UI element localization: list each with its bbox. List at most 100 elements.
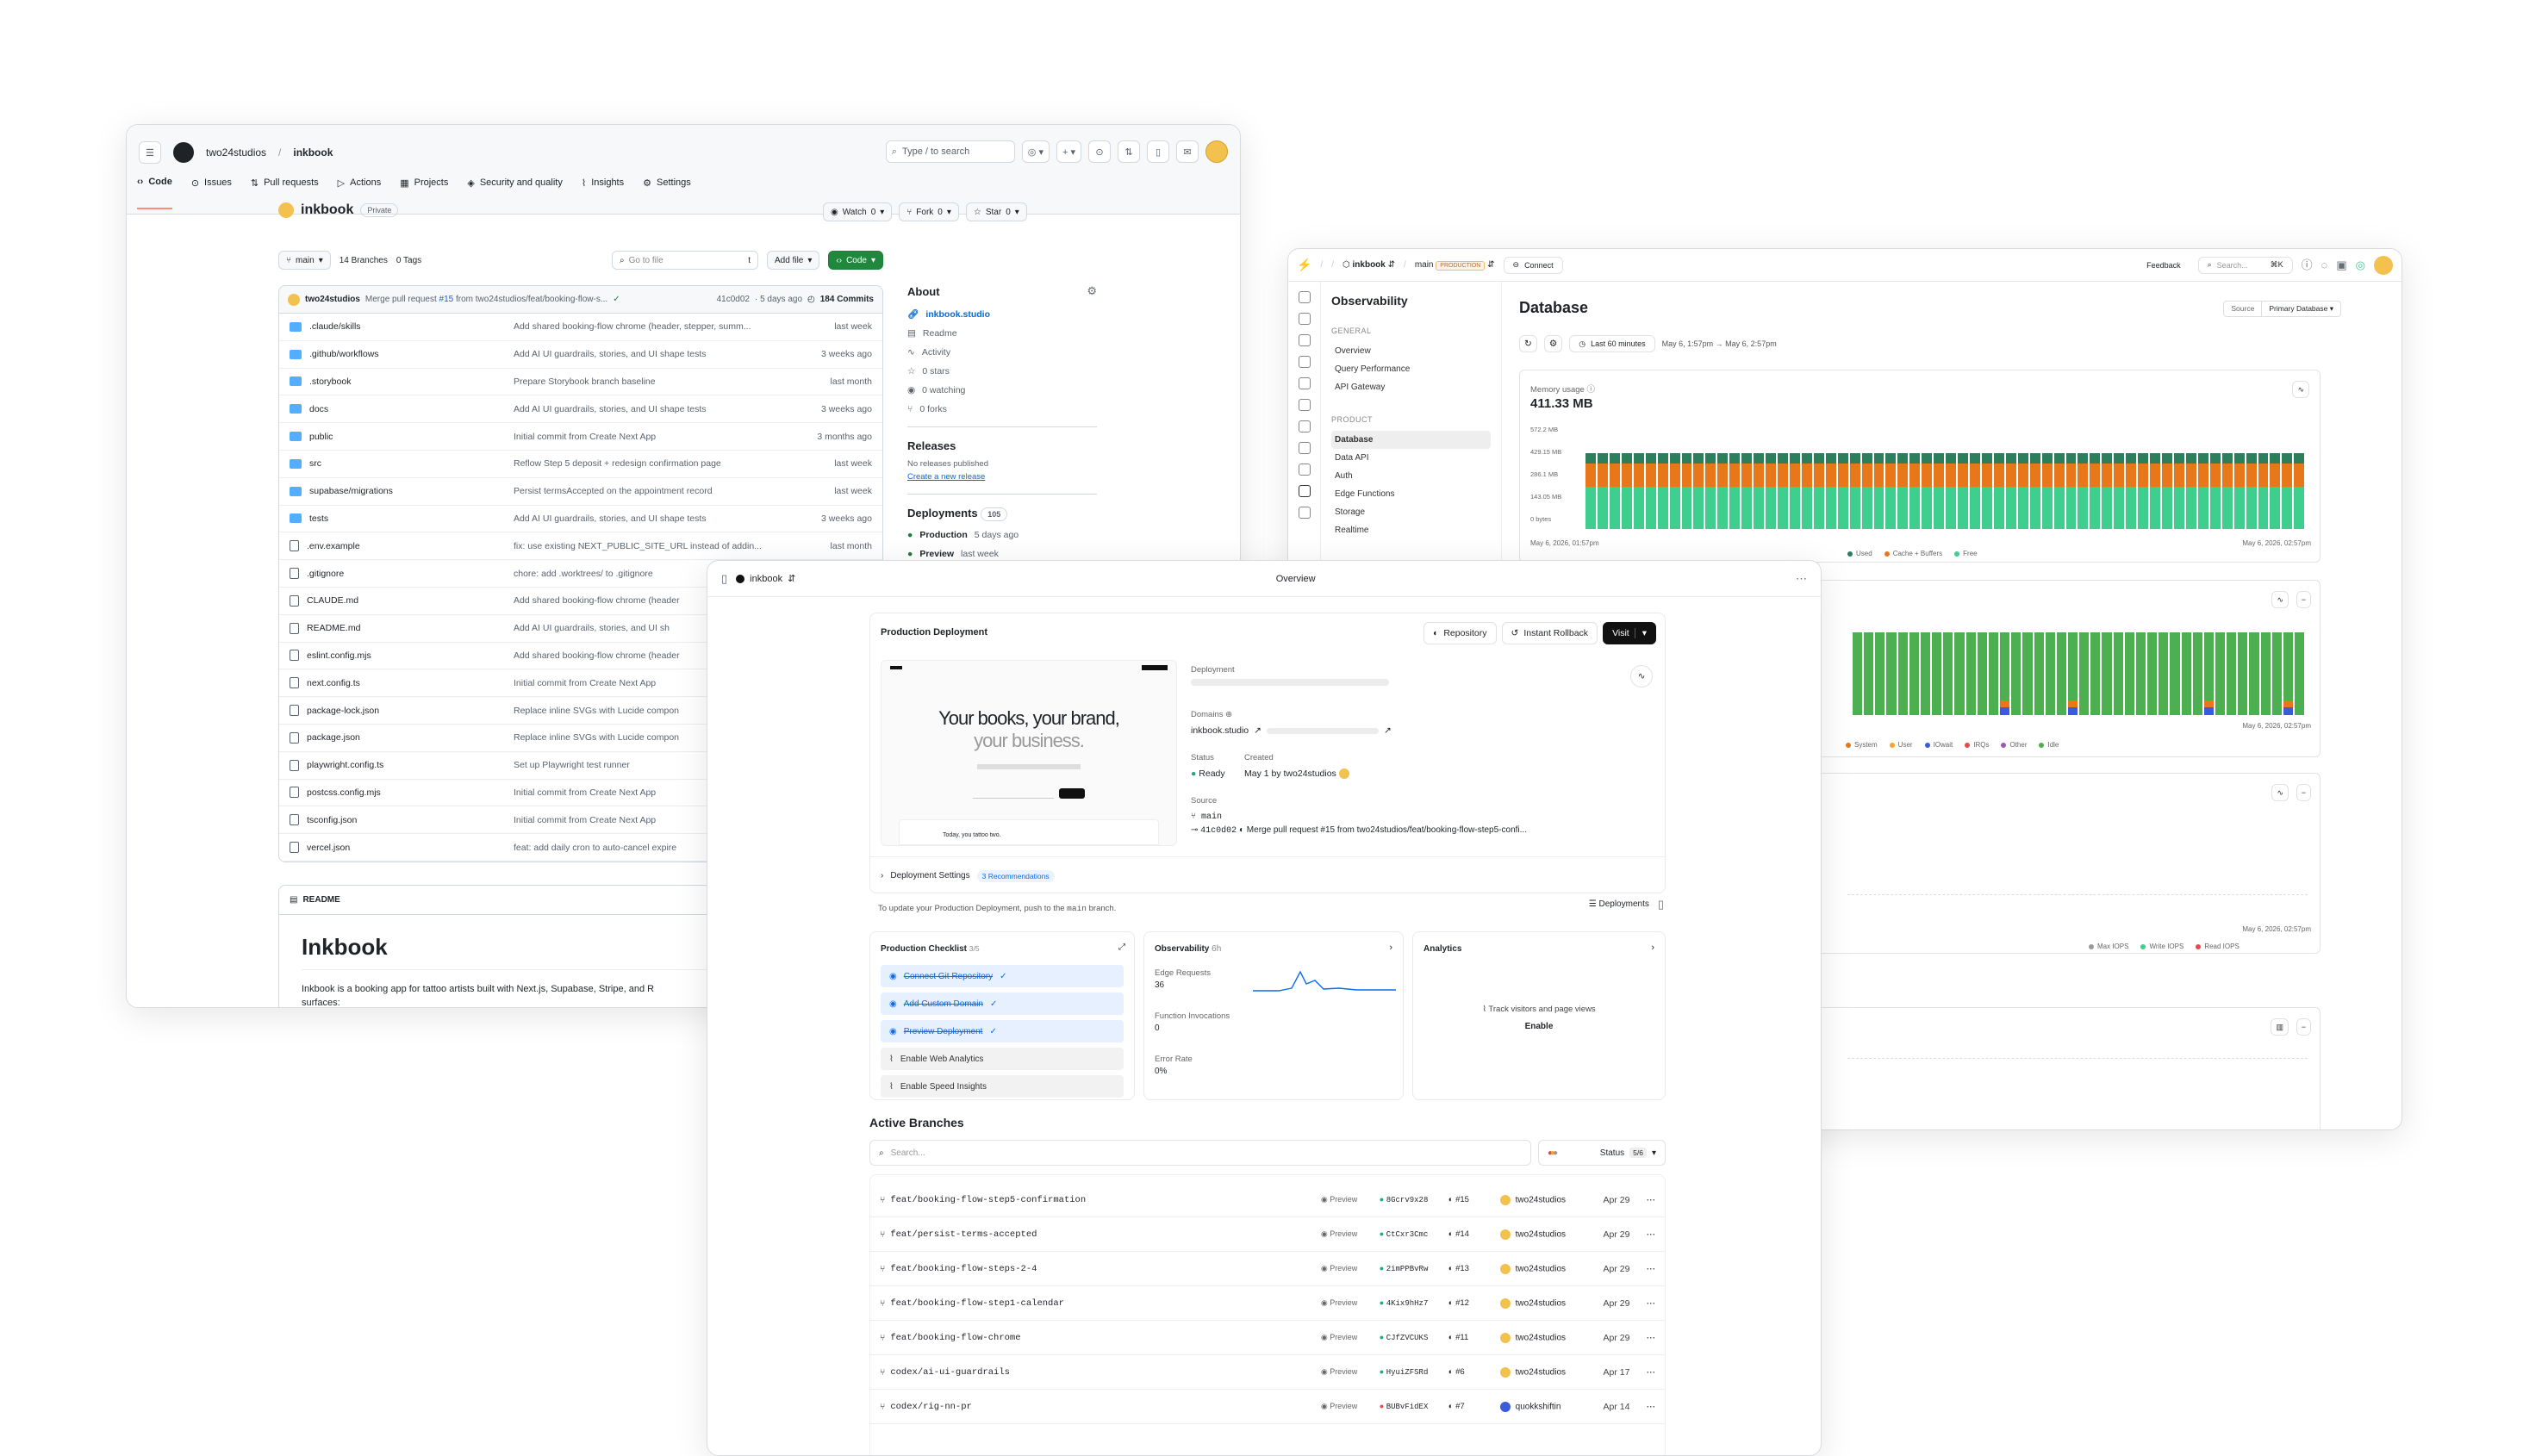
connect-button[interactable]: ⊖ Connect <box>1503 256 1563 274</box>
more-icon[interactable]: ⋯ <box>1647 1264 1656 1274</box>
file-row[interactable]: src Reflow Step 5 deposit + redesign conf… <box>279 451 882 478</box>
branch-row[interactable]: ⑂ feat/persist-terms-accepted ◉ Preview ● C… <box>869 1217 1666 1252</box>
homepage-link[interactable]: inkbook.studio <box>925 309 990 320</box>
more-icon[interactable]: ⋯ <box>1647 1367 1656 1378</box>
collapse-icon[interactable]: − <box>2296 1018 2311 1036</box>
avatar[interactable] <box>1205 140 1228 163</box>
file-name[interactable]: README.md <box>307 623 360 633</box>
deployment-sha[interactable]: ● CJfZVCUKS <box>1380 1333 1448 1342</box>
file-row[interactable]: .github/workflows Add AI UI guardrails, s… <box>279 341 882 369</box>
source-selector[interactable]: Source Primary Database ▾ <box>2223 301 2341 317</box>
file-name[interactable]: vercel.json <box>307 843 350 853</box>
commit-author[interactable]: two24studios <box>305 295 360 304</box>
collapse-icon[interactable]: − <box>2296 591 2311 608</box>
branch-name[interactable]: feat/persist-terms-accepted <box>890 1229 1321 1240</box>
branch-row[interactable]: ⑂ feat/booking-flow-steps-2-4 ◉ Preview ● 2… <box>869 1252 1666 1286</box>
add-icon[interactable]: ⊕ <box>1225 710 1232 719</box>
settings-icon[interactable]: ⚙ <box>1543 335 1563 352</box>
goto-file-input[interactable]: ⌕ Go to file t <box>612 251 758 270</box>
menu-overview[interactable]: Overview <box>1331 342 1491 360</box>
branch-name[interactable]: feat/booking-flow-steps-2-4 <box>890 1264 1321 1274</box>
checklist-item[interactable]: ◉ Preview Deployment ✓ <box>881 1020 1124 1042</box>
repos-icon[interactable]: ▯ <box>1147 140 1169 163</box>
pr-link[interactable]: ◐ #11 <box>1448 1333 1500 1342</box>
file-commit-message[interactable]: Add AI UI guardrails, stories, and UI sh… <box>514 513 803 524</box>
menu-database[interactable]: Database <box>1331 431 1491 449</box>
file-name[interactable]: .gitignore <box>307 569 344 579</box>
branch-row[interactable]: ⑂ codex/rig-nn-pr ◉ Preview ● BUBvFidEX ◐ #7… <box>869 1390 1666 1424</box>
advisors-icon[interactable] <box>1298 464 1311 476</box>
branch-selector[interactable]: ⑂ main ▾ <box>278 251 331 270</box>
project-selector[interactable]: inkbook ⇵ <box>736 573 795 584</box>
branch-row[interactable]: ⑂ feat/booking-flow-step5-confirmation ◉ P… <box>869 1183 1666 1217</box>
menu-realtime[interactable]: Realtime <box>1331 521 1491 539</box>
hamburger-icon[interactable]: ☰ <box>139 141 161 164</box>
file-name[interactable]: tests <box>309 513 328 524</box>
menu-storage[interactable]: Storage <box>1331 503 1491 521</box>
file-row[interactable]: .claude/skills Add shared booking-flow ch… <box>279 314 882 341</box>
fork-button[interactable]: ⑂ Fork 0 ▾ <box>899 202 959 221</box>
branch-row[interactable]: ⑂ feat/booking-flow-step1-calendar ◉ Previ… <box>869 1286 1666 1321</box>
file-name[interactable]: .github/workflows <box>309 349 379 359</box>
file-name[interactable]: .env.example <box>307 541 360 551</box>
sidebar-toggle-icon[interactable]: ▯ <box>721 573 727 584</box>
file-row[interactable]: .env.example fix: use existing NEXT_PUBLI… <box>279 532 882 561</box>
more-icon[interactable]: ⋯ <box>1647 1298 1656 1309</box>
expand-icon[interactable]: ⤢ <box>1118 943 1125 952</box>
settings-icon[interactable]: ◎ <box>2356 259 2365 271</box>
inbox-icon[interactable]: ✉ <box>1176 140 1199 163</box>
commits-link[interactable]: 184 Commits <box>820 295 874 304</box>
tab-issues[interactable]: ⊙ Issues <box>191 177 232 209</box>
deployment-sha[interactable]: ● BUBvFidEX <box>1380 1402 1448 1411</box>
info-icon[interactable]: ⓘ <box>1586 385 1595 395</box>
observability-icon[interactable] <box>1298 485 1311 497</box>
file-name[interactable]: playwright.config.ts <box>307 760 383 770</box>
external-link-icon[interactable]: ↗ <box>1384 725 1392 736</box>
star-button[interactable]: ☆ Star 0 ▾ <box>965 202 1027 221</box>
pr-link[interactable]: ◐ #13 <box>1448 1264 1500 1273</box>
file-row[interactable]: .storybook Prepare Storybook branch basel… <box>279 369 882 396</box>
tab-projects[interactable]: ▦ Projects <box>400 177 448 209</box>
home-icon[interactable] <box>1298 291 1311 303</box>
book-icon[interactable]: ▯ <box>1658 899 1664 910</box>
more-icon[interactable]: ⋯ <box>1647 1195 1656 1205</box>
inbox-icon[interactable]: ▣ <box>2336 259 2346 271</box>
create-release-link[interactable]: Create a new release <box>907 472 1097 482</box>
file-name[interactable]: next.config.ts <box>307 678 360 688</box>
menu-api-gateway[interactable]: API Gateway <box>1331 378 1491 396</box>
file-name[interactable]: supabase/migrations <box>309 486 393 496</box>
realtime-icon[interactable] <box>1298 442 1311 454</box>
avatar[interactable] <box>2374 255 2393 275</box>
pr-link[interactable]: ◐ #6 <box>1448 1367 1500 1377</box>
tab-code[interactable]: ‹› Code <box>137 177 172 209</box>
pr-link[interactable]: ◐ #12 <box>1448 1298 1500 1308</box>
search-input[interactable]: ⌕ Type / to search <box>885 140 1015 163</box>
add-file-button[interactable]: Add file ▾ <box>767 251 820 270</box>
branch-search-input[interactable]: ⌕ Search... <box>869 1140 1531 1166</box>
tab-insights[interactable]: ⌇ Insights <box>582 177 624 209</box>
status-filter[interactable]: ●●● Status 5/6 ▾ <box>1538 1140 1666 1166</box>
pr-link[interactable]: ◐ #7 <box>1448 1402 1500 1411</box>
external-link-icon[interactable]: ↗ <box>1254 725 1262 736</box>
file-commit-message[interactable]: Add AI UI guardrails, stories, and UI sh… <box>514 404 803 414</box>
deployment-sha[interactable]: ● HyuiZFSRd <box>1380 1367 1448 1377</box>
project-selector[interactable]: ⬡ inkbook ⇵ <box>1342 260 1395 270</box>
file-name[interactable]: src <box>309 458 321 469</box>
branch-name[interactable]: codex/rig-nn-pr <box>890 1402 1321 1412</box>
watch-button[interactable]: ◉ Watch 0 ▾ <box>823 202 893 221</box>
deployments-button[interactable]: ☰ Deployments <box>1589 899 1649 909</box>
file-name[interactable]: postcss.config.mjs <box>307 787 381 798</box>
deployment-settings-row[interactable]: › Deployment Settings 3 Recommendations <box>870 856 1665 894</box>
copilot-icon[interactable]: ◎ ▾ <box>1021 140 1050 163</box>
bar-chart-icon[interactable]: ▥ <box>2271 1018 2289 1036</box>
deployment-sha[interactable]: ● 4Kix9hHz7 <box>1380 1298 1448 1308</box>
tab-settings[interactable]: ⚙ Settings <box>643 177 691 209</box>
repo-title-text[interactable]: inkbook <box>301 202 353 218</box>
deployment-sha[interactable]: ● 2imPPBvRw <box>1380 1264 1448 1273</box>
branch-row[interactable]: ⑂ feat/booking-flow-chrome ◉ Preview ● CJfZ… <box>869 1321 1666 1355</box>
file-commit-message[interactable]: Persist termsAccepted on the appointment… <box>514 486 803 496</box>
time-range-button[interactable]: ◷ Last 60 minutes <box>1569 335 1655 352</box>
repository-button[interactable]: ◐ Repository <box>1423 622 1497 644</box>
file-row[interactable]: tests Add AI UI guardrails, stories, and … <box>279 506 882 533</box>
code-button[interactable]: ‹› Code ▾ <box>828 251 883 270</box>
